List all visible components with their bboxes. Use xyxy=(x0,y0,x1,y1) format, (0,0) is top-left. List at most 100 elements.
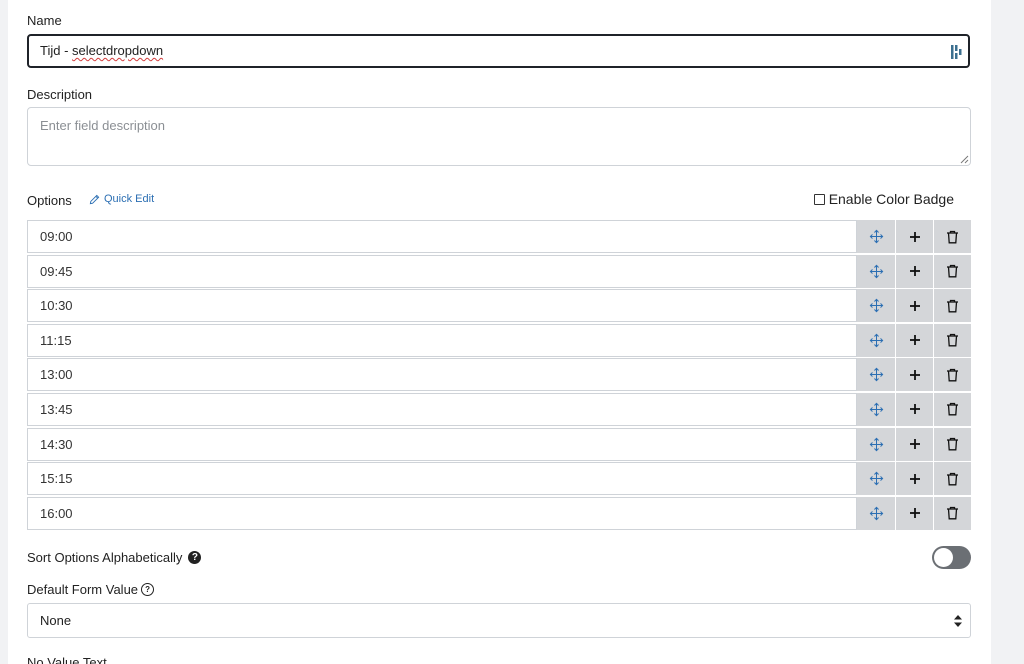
plus-icon xyxy=(909,369,921,381)
add-option-button[interactable] xyxy=(895,323,933,357)
add-option-button[interactable] xyxy=(895,254,933,288)
enable-color-badge[interactable]: Enable Color Badge xyxy=(813,191,954,207)
plus-icon xyxy=(909,438,921,450)
delete-option-button[interactable] xyxy=(933,254,971,288)
move-icon xyxy=(869,229,884,244)
option-value-input[interactable]: 09:00 xyxy=(27,220,857,253)
description-textarea[interactable]: Enter field description xyxy=(27,107,971,166)
add-option-button[interactable] xyxy=(895,496,933,530)
default-form-value-select[interactable]: None xyxy=(27,603,971,638)
plus-icon xyxy=(909,300,921,312)
quick-edit-label: Quick Edit xyxy=(104,193,155,205)
delete-option-button[interactable] xyxy=(933,427,971,461)
help-icon[interactable]: ? xyxy=(141,583,155,596)
move-icon xyxy=(869,298,884,313)
delete-option-button[interactable] xyxy=(933,462,971,496)
default-form-value-label: Default Form Value xyxy=(27,582,139,597)
move-icon xyxy=(869,506,884,521)
option-value-input[interactable]: 13:45 xyxy=(27,392,857,426)
drag-handle[interactable] xyxy=(857,254,895,288)
trash-icon xyxy=(946,299,959,313)
add-option-button[interactable] xyxy=(895,427,933,461)
delete-option-button[interactable] xyxy=(933,392,971,426)
name-input-value-misspelled: selectdropdown xyxy=(72,43,164,58)
option-value-input[interactable]: 10:30 xyxy=(27,289,857,323)
select-arrows-icon xyxy=(954,615,962,627)
option-row: 09:45 xyxy=(27,254,971,288)
option-row: 09:00 xyxy=(27,220,971,253)
name-label: Name xyxy=(27,13,62,28)
pencil-icon xyxy=(89,194,100,204)
option-value-input[interactable]: 14:30 xyxy=(27,427,857,461)
drag-handle[interactable] xyxy=(857,289,895,323)
option-row: 15:15 xyxy=(27,462,971,496)
drag-handle[interactable] xyxy=(857,323,895,357)
trash-icon xyxy=(946,264,959,278)
delete-option-button[interactable] xyxy=(933,220,971,253)
move-icon xyxy=(869,367,884,382)
plus-icon xyxy=(909,507,921,519)
toggle-knob xyxy=(934,548,953,567)
enable-color-badge-label: Enable Color Badge xyxy=(828,191,954,207)
plus-icon xyxy=(909,231,921,243)
plus-icon xyxy=(909,265,921,277)
trash-icon xyxy=(946,333,959,347)
trash-icon xyxy=(946,506,959,520)
plus-icon xyxy=(909,334,921,346)
move-icon xyxy=(869,437,884,452)
description-label: Description xyxy=(27,87,93,102)
move-icon xyxy=(869,471,884,486)
option-value-input[interactable]: 16:00 xyxy=(27,496,857,530)
move-icon xyxy=(869,264,884,279)
add-option-button[interactable] xyxy=(895,358,933,392)
trash-icon xyxy=(946,368,959,382)
name-input-value-prefix: Tijd - xyxy=(40,43,73,58)
option-row: 16:00 xyxy=(27,496,971,530)
password-manager-icon[interactable] xyxy=(951,44,963,60)
option-value-input[interactable]: 09:45 xyxy=(27,254,857,288)
delete-option-button[interactable] xyxy=(933,323,971,357)
delete-option-button[interactable] xyxy=(933,289,971,323)
option-row: 10:30 xyxy=(27,289,971,323)
trash-icon xyxy=(946,437,959,451)
option-row: 13:00 xyxy=(27,358,971,392)
drag-handle[interactable] xyxy=(857,358,895,392)
options-list: 09:00 09:45 10:30 11:15 13:00 13:45 14:30 15:15… xyxy=(27,220,971,531)
drag-handle[interactable] xyxy=(857,392,895,426)
resize-grip-icon[interactable] xyxy=(960,155,969,164)
sort-options-toggle[interactable] xyxy=(932,546,971,569)
plus-icon xyxy=(909,403,921,415)
default-form-value-selected: None xyxy=(40,613,72,628)
add-option-button[interactable] xyxy=(895,220,933,253)
sort-options-label: Sort Options Alphabetically xyxy=(27,550,183,565)
drag-handle[interactable] xyxy=(857,220,895,253)
no-value-text-label: No Value Text xyxy=(27,655,107,664)
option-row: 11:15 xyxy=(27,323,971,357)
add-option-button[interactable] xyxy=(895,289,933,323)
move-icon xyxy=(869,333,884,348)
drag-handle[interactable] xyxy=(857,462,895,496)
sort-options-row: Sort Options Alphabetically ? xyxy=(27,550,202,565)
trash-icon xyxy=(946,230,959,244)
name-input[interactable]: Tijd - selectdropdown xyxy=(27,34,970,68)
trash-icon xyxy=(946,472,959,486)
add-option-button[interactable] xyxy=(895,392,933,426)
delete-option-button[interactable] xyxy=(933,496,971,530)
add-option-button[interactable] xyxy=(895,462,933,496)
option-value-input[interactable]: 11:15 xyxy=(27,323,857,357)
option-row: 13:45 xyxy=(27,392,971,426)
drag-handle[interactable] xyxy=(857,427,895,461)
description-placeholder: Enter field description xyxy=(40,118,166,133)
options-label: Options xyxy=(27,193,72,208)
help-icon[interactable]: ? xyxy=(188,551,202,564)
option-value-input[interactable]: 15:15 xyxy=(27,462,857,496)
enable-color-badge-checkbox[interactable] xyxy=(813,193,825,205)
option-value-input[interactable]: 13:00 xyxy=(27,358,857,392)
move-icon xyxy=(869,402,884,417)
drag-handle[interactable] xyxy=(857,496,895,530)
field-settings-panel: Name Tijd - selectdropdown Description E… xyxy=(8,0,991,664)
trash-icon xyxy=(946,402,959,416)
default-form-value-row: Default Form Value ? xyxy=(27,582,155,597)
delete-option-button[interactable] xyxy=(933,358,971,392)
quick-edit-link[interactable]: Quick Edit xyxy=(89,193,154,205)
